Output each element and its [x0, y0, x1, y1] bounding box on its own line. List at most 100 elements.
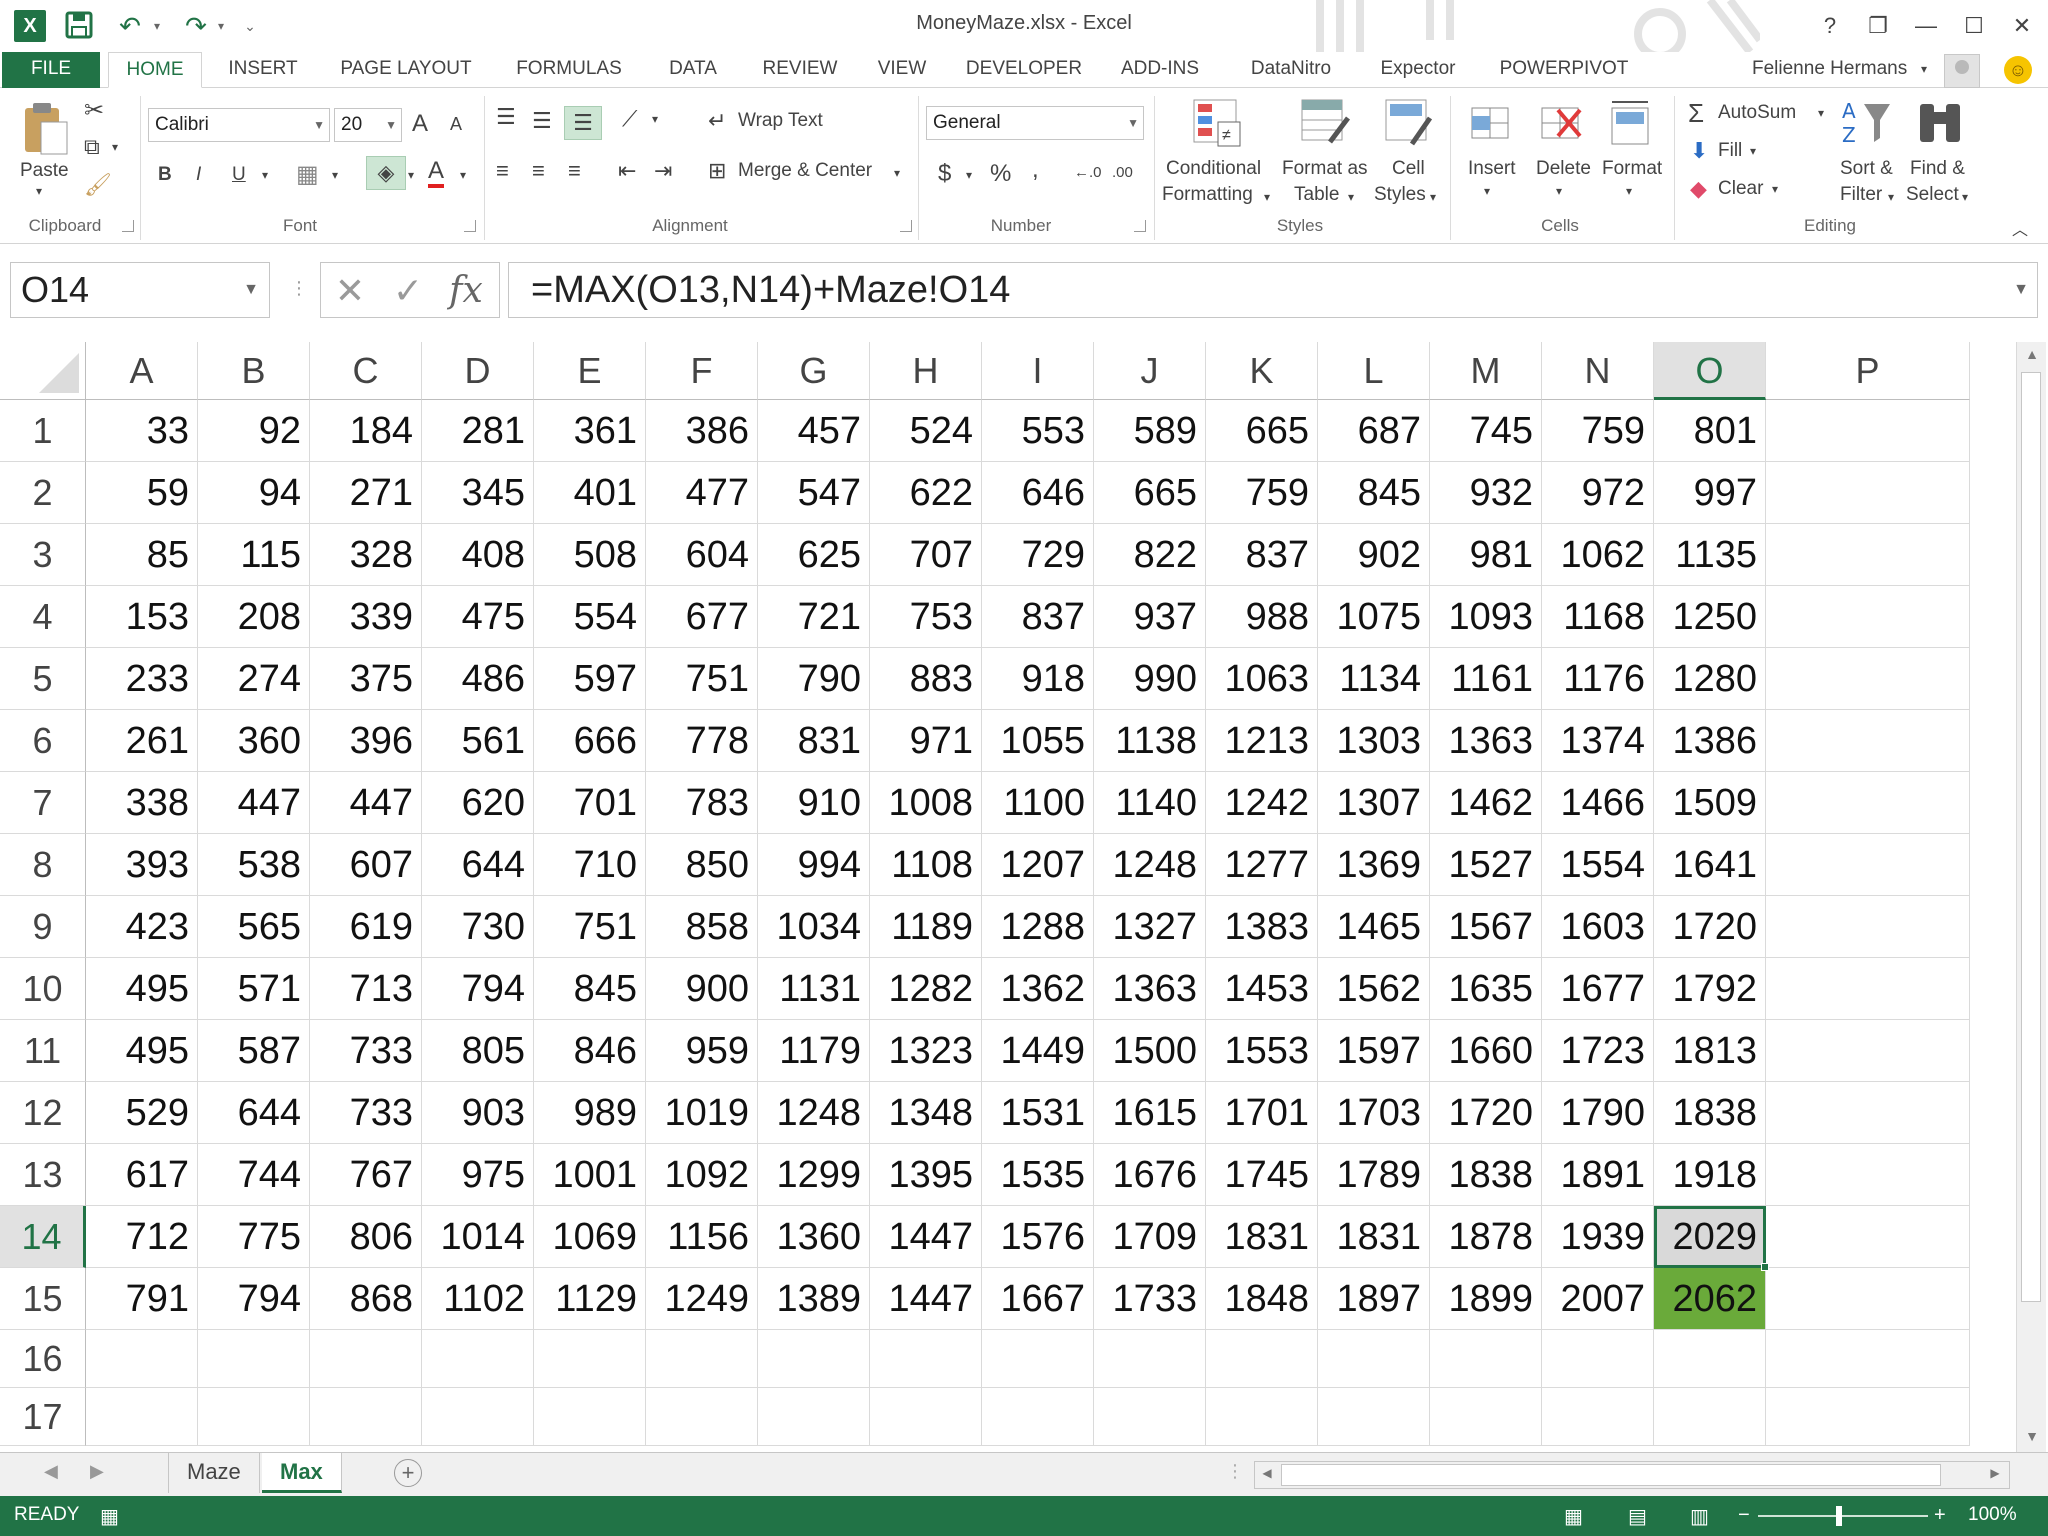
cell[interactable]: [1766, 1020, 1970, 1082]
confirm-entry-button[interactable]: ✓: [383, 267, 433, 315]
cell[interactable]: 1813: [1654, 1020, 1766, 1082]
cell[interactable]: 644: [198, 1082, 310, 1144]
conditional-dropdown-icon[interactable]: ▾: [1264, 190, 1270, 204]
cell[interactable]: 1075: [1318, 586, 1430, 648]
column-header-e[interactable]: E: [534, 342, 646, 400]
cell[interactable]: 1848: [1206, 1268, 1318, 1330]
cell[interactable]: 361: [534, 400, 646, 462]
cell[interactable]: 1299: [758, 1144, 870, 1206]
next-sheet-icon[interactable]: ▶: [90, 1461, 104, 1482]
cell[interactable]: 1891: [1542, 1144, 1654, 1206]
tab-datanitro[interactable]: DataNitro: [1236, 52, 1346, 88]
cell[interactable]: 1553: [1206, 1020, 1318, 1082]
excel-logo-icon[interactable]: X: [14, 10, 46, 42]
cell[interactable]: 1597: [1318, 1020, 1430, 1082]
cell[interactable]: [1766, 648, 1970, 710]
merge-center-button[interactable]: Merge & Center: [738, 160, 872, 182]
cell[interactable]: 620: [422, 772, 534, 834]
cell[interactable]: 791: [86, 1268, 198, 1330]
cell[interactable]: [198, 1388, 310, 1446]
zoom-out-button[interactable]: −: [1738, 1504, 1750, 1527]
sheet-tab-maze[interactable]: Maze: [168, 1453, 260, 1493]
redo-icon[interactable]: ↷: [176, 10, 216, 42]
cell[interactable]: 1745: [1206, 1144, 1318, 1206]
cell[interactable]: 1447: [870, 1268, 982, 1330]
conditional-formatting-label-1[interactable]: Conditional: [1166, 158, 1261, 180]
cell[interactable]: 375: [310, 648, 422, 710]
cell[interactable]: 2007: [1542, 1268, 1654, 1330]
cell[interactable]: 1168: [1542, 586, 1654, 648]
cell[interactable]: 903: [422, 1082, 534, 1144]
cell[interactable]: 751: [534, 896, 646, 958]
cell[interactable]: 794: [422, 958, 534, 1020]
cell[interactable]: 1374: [1542, 710, 1654, 772]
cell[interactable]: [1766, 524, 1970, 586]
formula-bar-grip-icon[interactable]: ⋮: [290, 278, 308, 299]
row-header[interactable]: 8: [0, 834, 86, 896]
cell[interactable]: 1250: [1654, 586, 1766, 648]
format-as-table-label-2[interactable]: Table: [1294, 184, 1339, 206]
cell[interactable]: 1303: [1318, 710, 1430, 772]
cell[interactable]: 1134: [1318, 648, 1430, 710]
cell[interactable]: 767: [310, 1144, 422, 1206]
cell[interactable]: 1161: [1430, 648, 1542, 710]
copy-dropdown-icon[interactable]: ▾: [112, 140, 118, 154]
cell[interactable]: 733: [310, 1020, 422, 1082]
cell[interactable]: 1100: [982, 772, 1094, 834]
cell[interactable]: 846: [534, 1020, 646, 1082]
cell[interactable]: 1676: [1094, 1144, 1206, 1206]
cell[interactable]: 619: [310, 896, 422, 958]
column-header-k[interactable]: K: [1206, 342, 1318, 400]
row-header[interactable]: 17: [0, 1388, 86, 1446]
cell[interactable]: 1395: [870, 1144, 982, 1206]
cell[interactable]: [1766, 1388, 1970, 1446]
format-dropdown-icon[interactable]: ▾: [1626, 184, 1632, 198]
cell[interactable]: 918: [982, 648, 1094, 710]
cell[interactable]: 1462: [1430, 772, 1542, 834]
cell[interactable]: 858: [646, 896, 758, 958]
increase-decimal-button[interactable]: ←.0: [1074, 164, 1102, 181]
cell[interactable]: 457: [758, 400, 870, 462]
cell[interactable]: 801: [1654, 400, 1766, 462]
cell[interactable]: 1248: [758, 1082, 870, 1144]
cell[interactable]: 1838: [1430, 1144, 1542, 1206]
row-header[interactable]: 2: [0, 462, 86, 524]
underline-dropdown-icon[interactable]: ▾: [262, 168, 268, 182]
column-header-o[interactable]: O: [1654, 342, 1766, 400]
sort-filter-label-1[interactable]: Sort &: [1840, 158, 1893, 180]
cell[interactable]: 1918: [1654, 1144, 1766, 1206]
cell[interactable]: 1288: [982, 896, 1094, 958]
sheet-tab-max[interactable]: Max: [262, 1453, 342, 1493]
cell[interactable]: 1282: [870, 958, 982, 1020]
previous-sheet-icon[interactable]: ◀: [44, 1461, 58, 1482]
cell[interactable]: [198, 1330, 310, 1388]
cell[interactable]: 822: [1094, 524, 1206, 586]
borders-icon[interactable]: ▦: [296, 160, 319, 189]
cell[interactable]: [1430, 1330, 1542, 1388]
orientation-dropdown-icon[interactable]: ▾: [652, 112, 658, 126]
grow-font-button[interactable]: A: [412, 110, 428, 138]
tab-powerpivot[interactable]: POWERPIVOT: [1494, 52, 1634, 88]
row-header[interactable]: 13: [0, 1144, 86, 1206]
cell[interactable]: 910: [758, 772, 870, 834]
cell[interactable]: 607: [310, 834, 422, 896]
page-layout-view-icon[interactable]: ▤: [1628, 1504, 1647, 1529]
zoom-slider-thumb[interactable]: [1836, 1506, 1842, 1526]
zoom-in-button[interactable]: +: [1934, 1504, 1946, 1527]
tab-expector[interactable]: Expector: [1370, 52, 1466, 88]
row-header[interactable]: 10: [0, 958, 86, 1020]
align-right-icon[interactable]: ≡: [568, 158, 581, 184]
page-break-view-icon[interactable]: ▥: [1690, 1504, 1709, 1529]
clear-button[interactable]: Clear: [1718, 178, 1763, 200]
decrease-indent-icon[interactable]: ⇤: [618, 158, 636, 184]
cell[interactable]: 666: [534, 710, 646, 772]
cell[interactable]: 959: [646, 1020, 758, 1082]
cell[interactable]: 2062: [1654, 1268, 1766, 1330]
cell[interactable]: 1156: [646, 1206, 758, 1268]
percent-button[interactable]: %: [990, 160, 1011, 188]
cell[interactable]: 1723: [1542, 1020, 1654, 1082]
cell[interactable]: 1092: [646, 1144, 758, 1206]
font-name-select[interactable]: Calibri ▼: [148, 108, 330, 142]
cell[interactable]: 274: [198, 648, 310, 710]
currency-dropdown-icon[interactable]: ▾: [966, 168, 972, 182]
